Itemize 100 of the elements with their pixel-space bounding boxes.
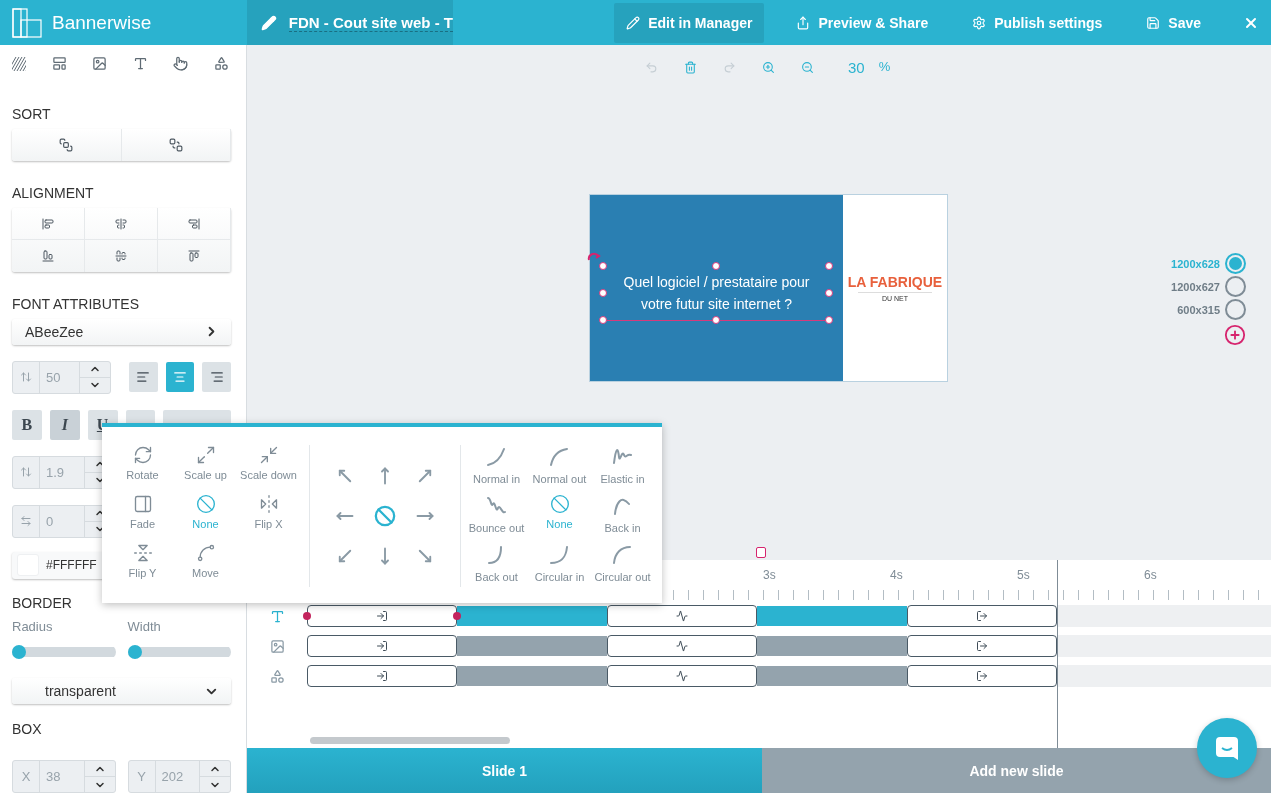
position-field[interactable]: X 38: [12, 760, 116, 793]
resize-handle[interactable]: [712, 316, 720, 324]
zoom-unit: %: [878, 59, 891, 74]
pulse-icon: [676, 670, 688, 682]
header-action-button[interactable]: Save: [1134, 2, 1213, 43]
slider-track[interactable]: [127, 644, 231, 659]
text-align-button[interactable]: [202, 362, 231, 393]
slide-tab[interactable]: Slide 1: [247, 748, 762, 793]
pencil-icon: [626, 15, 641, 30]
resize-handle[interactable]: [825, 262, 833, 270]
font-select[interactable]: ABeeZee: [12, 319, 231, 345]
text-style-button[interactable]: B: [12, 409, 42, 440]
arrow-icon: [336, 467, 354, 485]
exit-icon: [976, 610, 988, 622]
resize-handle[interactable]: [599, 316, 607, 324]
align-button[interactable]: [12, 208, 85, 241]
field-value: 50: [45, 368, 62, 387]
text-align-button[interactable]: [129, 362, 158, 393]
easing-option[interactable]: Back in: [591, 494, 654, 543]
exit-animation-block[interactable]: [907, 605, 1057, 627]
idle-animation-block[interactable]: [607, 665, 757, 687]
settings-icon: [972, 15, 987, 30]
zoom-in-icon[interactable]: [762, 61, 775, 74]
zoom-level[interactable]: 30: [848, 59, 865, 76]
effect-option[interactable]: Move: [174, 543, 237, 592]
keyframe-dot[interactable]: [453, 612, 461, 620]
field-value: 1.9: [45, 463, 66, 482]
easing-option[interactable]: Bounce out: [465, 494, 528, 543]
resize-handle[interactable]: [825, 289, 833, 297]
sidebar-tab[interactable]: [10, 54, 28, 73]
none-icon: [195, 494, 216, 514]
effect-option[interactable]: Flip Y: [111, 543, 174, 592]
headline-line: Quel logiciel / prestataire pour: [623, 273, 810, 290]
exit-animation-block[interactable]: [907, 635, 1057, 657]
keyframe-dot[interactable]: [303, 612, 311, 620]
easing-option[interactable]: Back out: [465, 543, 528, 592]
color-value: #FFFFFF: [46, 558, 97, 573]
marker-icon[interactable]: [756, 547, 766, 558]
field-label: X: [13, 761, 40, 792]
position-field[interactable]: Y 202: [127, 760, 231, 793]
arrow-icon: [336, 547, 354, 565]
section-title: BOX: [12, 721, 43, 737]
text-style-button[interactable]: I: [49, 409, 80, 440]
effect-option[interactable]: Flip X: [237, 494, 300, 543]
zoom-out-icon[interactable]: [801, 61, 814, 74]
none-icon: [374, 505, 396, 527]
idle-animation-block[interactable]: [607, 635, 757, 657]
effect-option[interactable]: Scale up: [174, 445, 237, 494]
text-align-button[interactable]: [165, 362, 195, 393]
align-button[interactable]: [158, 208, 231, 241]
rotate-handle-icon[interactable]: [587, 251, 601, 263]
easing-option[interactable]: Elastic in: [591, 445, 654, 494]
easing-option[interactable]: Normal out: [528, 445, 591, 494]
align-button[interactable]: [85, 208, 158, 241]
text-align-icon: [136, 370, 151, 385]
header-action-button[interactable]: Edit in Manager: [614, 2, 765, 43]
banner-size-option[interactable]: 600x315: [1177, 299, 1246, 320]
add-slide-button[interactable]: Add new slide: [762, 748, 1271, 793]
bring-forward-icon: [59, 138, 74, 153]
flip-x-icon: [258, 494, 279, 514]
image-icon[interactable]: [269, 638, 285, 654]
align-icon: [188, 217, 200, 230]
logo-icon: [12, 7, 42, 38]
slider-thumb[interactable]: [127, 644, 142, 659]
resize-handle[interactable]: [712, 262, 720, 270]
align-icon: [188, 250, 200, 263]
slider-track[interactable]: [12, 644, 116, 659]
entry-animation-block[interactable]: [307, 665, 457, 687]
enter-icon: [376, 670, 388, 682]
shapes-icon[interactable]: [269, 668, 285, 684]
scrollbar-thumb[interactable]: [310, 737, 510, 744]
enter-icon: [376, 640, 388, 652]
effect-option[interactable]: Scale down: [237, 445, 300, 494]
resize-handle[interactable]: [825, 316, 833, 324]
slider-thumb[interactable]: [12, 644, 26, 659]
time-label: 5s: [1017, 567, 1031, 584]
exit-animation-block[interactable]: [907, 665, 1057, 687]
header-action-button[interactable]: Preview & Share: [784, 2, 941, 43]
easing-option[interactable]: Circular in: [528, 543, 591, 592]
resize-handle[interactable]: [599, 262, 607, 270]
resize-handle[interactable]: [599, 289, 607, 297]
idle-animation-block[interactable]: [607, 605, 757, 627]
banner-size-option[interactable]: 1200x628: [1171, 253, 1246, 274]
hatch-pattern-icon: [12, 56, 26, 71]
easing-option[interactable]: Normal in: [465, 445, 528, 494]
pencil-icon: [261, 14, 277, 31]
easing-option[interactable]: None: [528, 494, 591, 543]
trash-icon[interactable]: [684, 61, 697, 74]
entry-animation-block[interactable]: [307, 635, 457, 657]
add-size-button[interactable]: [1224, 324, 1246, 346]
border-style-select[interactable]: transparent: [12, 678, 231, 704]
arrow-icon: [416, 547, 434, 565]
header-action-button[interactable]: Publish settings: [960, 2, 1115, 43]
text-icon[interactable]: [269, 608, 285, 624]
effect-option[interactable]: None: [174, 494, 237, 543]
pulse-icon: [676, 610, 688, 622]
font-size-field[interactable]: 50: [12, 360, 112, 394]
easing-option[interactable]: Circular out: [591, 543, 654, 592]
image-icon: [92, 56, 108, 71]
banner-size-option[interactable]: 1200x627: [1171, 276, 1246, 297]
